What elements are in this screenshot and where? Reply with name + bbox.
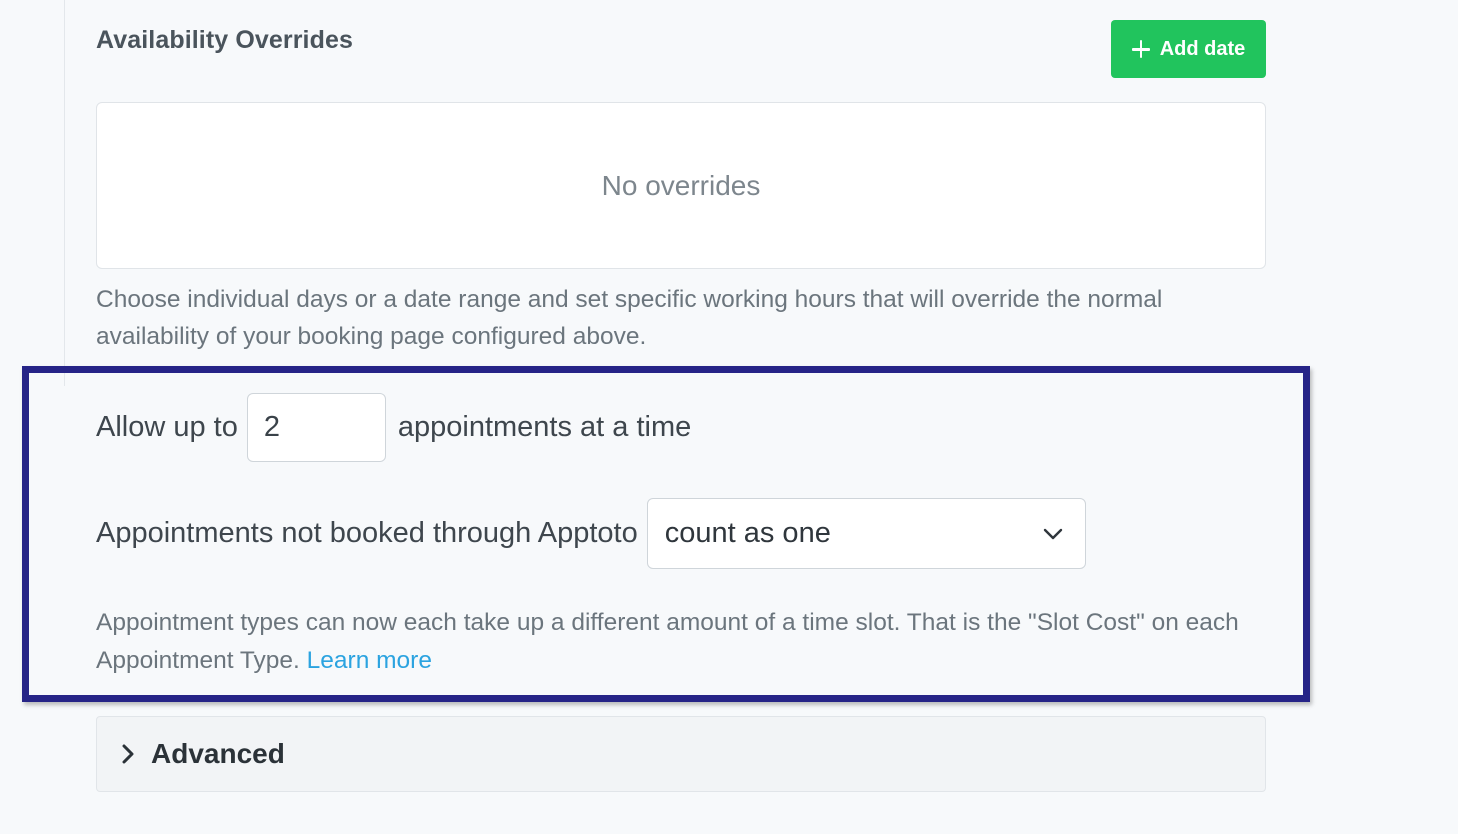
advanced-section-toggle[interactable]: Advanced xyxy=(96,716,1266,792)
external-appointments-row: Appointments not booked through Apptoto … xyxy=(96,498,1086,569)
external-appointments-select[interactable]: count as one xyxy=(646,498,1086,569)
external-appointments-label: Appointments not booked through Apptoto xyxy=(96,517,638,549)
chevron-down-icon xyxy=(1043,528,1062,539)
learn-more-link[interactable]: Learn more xyxy=(307,647,432,674)
advanced-label: Advanced xyxy=(151,738,285,769)
add-date-label: Add date xyxy=(1159,37,1246,60)
slot-cost-note: Appointment types can now each take up a… xyxy=(96,604,1276,680)
selected-option: count as one xyxy=(664,517,831,549)
plus-icon xyxy=(1131,40,1150,58)
slot-cost-note-text: Appointment types can now each take up a… xyxy=(96,609,1239,674)
add-date-button[interactable]: Add date xyxy=(1111,20,1266,78)
overrides-help-text: Choose individual days or a date range a… xyxy=(96,286,1163,350)
overrides-list: No overrides xyxy=(96,102,1266,269)
availability-overrides-title: Availability Overrides xyxy=(96,26,353,54)
max-appointments-input[interactable] xyxy=(246,392,386,462)
booking-settings-page: Availability Overrides Add date No overr… xyxy=(0,0,1458,834)
chevron-right-icon xyxy=(122,744,134,764)
concurrent-appointments-row: Allow up to appointments at a time xyxy=(96,392,691,462)
left-divider xyxy=(64,0,65,386)
appointments-at-a-time-label: appointments at a time xyxy=(397,410,692,443)
empty-state-text: No overrides xyxy=(601,169,761,201)
allow-up-to-label: Allow up to xyxy=(96,410,238,443)
